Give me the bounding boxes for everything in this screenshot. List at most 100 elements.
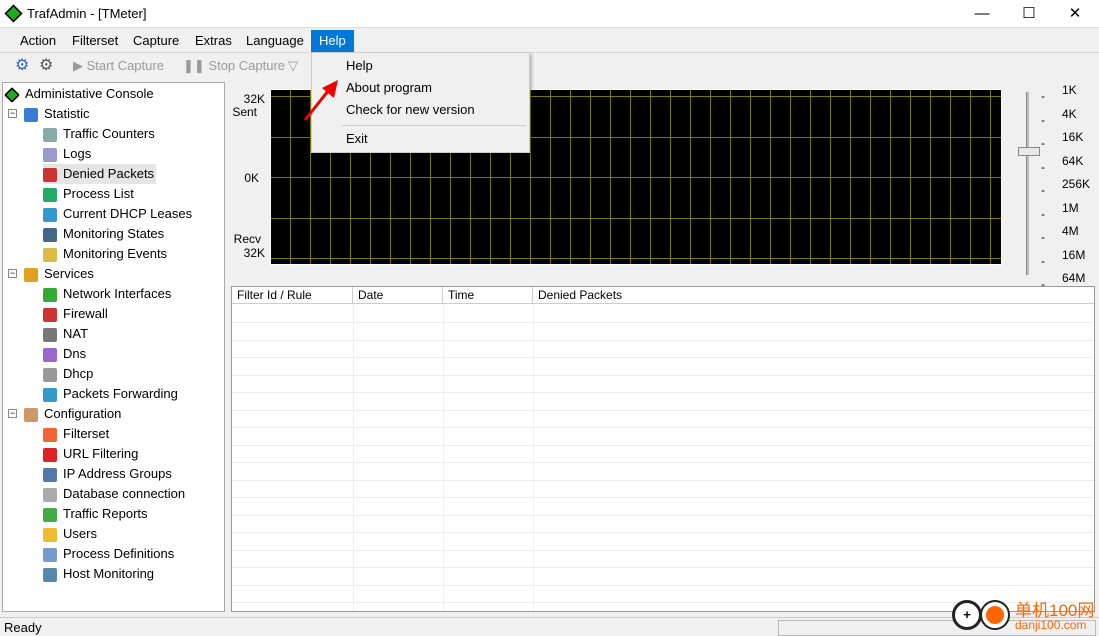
table-row-divider [232, 374, 1094, 376]
statistic-icon [24, 107, 38, 122]
menu-item-about[interactable]: About program [346, 78, 432, 98]
menu-filterset[interactable]: Filterset [64, 30, 126, 52]
tree-group-statistic[interactable]: Statistic [24, 104, 90, 124]
tree-item-process-list[interactable]: Process List [43, 184, 134, 204]
table-row-divider [232, 532, 1094, 533]
minimize-button[interactable]: — [959, 0, 1005, 28]
tree-item-label: Filterset [63, 426, 110, 441]
maximize-button[interactable]: ☐ [1006, 0, 1052, 28]
scale-slider-track[interactable] [1026, 92, 1029, 275]
menu-action[interactable]: Action [12, 30, 64, 52]
tree-item-label: URL Filtering [63, 446, 139, 461]
column-header-filter[interactable]: Filter Id / Rule [232, 287, 353, 304]
tree-item-users[interactable]: Users [43, 524, 97, 544]
monitoring-states-icon [43, 227, 57, 242]
menu-language[interactable]: Language [238, 30, 312, 52]
collapse-toggle[interactable]: − [8, 409, 17, 418]
network-interfaces-icon [43, 287, 57, 302]
status-text: Ready [4, 620, 42, 635]
tree-item-label: Current DHCP Leases [63, 206, 193, 221]
tree-item-label: Monitoring Events [63, 246, 168, 261]
tree-item-nat[interactable]: NAT [43, 324, 88, 344]
close-button[interactable]: ✕ [1052, 0, 1098, 28]
tree-item-label: Traffic Counters [63, 126, 155, 141]
column-header-denied-packets[interactable]: Denied Packets [533, 287, 1094, 304]
tree-group-label: Services [44, 266, 94, 281]
tree-item-label: Firewall [63, 306, 108, 321]
disconnect-gear-icon[interactable]: ⚙ [39, 55, 53, 75]
tree-group-configuration[interactable]: Configuration [24, 404, 121, 424]
denied-packets-icon [43, 167, 57, 182]
table-row-divider [232, 322, 1094, 323]
start-capture-button[interactable]: ▶ Start Capture [73, 58, 164, 74]
tree-item-traffic-reports[interactable]: Traffic Reports [43, 504, 148, 524]
scale-label: 4K [1062, 106, 1077, 121]
red-arrow-annotation [303, 80, 338, 121]
scale-label: 64K [1062, 153, 1084, 168]
scale-tick: - [1041, 89, 1045, 103]
tree-group-services[interactable]: Services [24, 264, 94, 284]
tree-root[interactable]: Administative Console [4, 84, 154, 104]
dhcp-icon [43, 367, 57, 382]
scale-tick: - [1041, 183, 1045, 197]
tree-root-label: Administative Console [25, 86, 154, 101]
menu-help[interactable]: Help [311, 30, 354, 52]
menu-item-help[interactable]: Help [346, 56, 373, 76]
traffic-counters-icon [43, 127, 57, 142]
users-icon [43, 527, 57, 542]
tree-item-label: IP Address Groups [63, 466, 172, 481]
table-row-divider [232, 462, 1094, 463]
scale-slider-thumb[interactable] [1018, 147, 1040, 156]
traffic-reports-icon [43, 507, 57, 522]
menu-extras[interactable]: Extras [187, 30, 240, 52]
stop-capture-label: Stop Capture [208, 58, 286, 73]
services-icon [24, 267, 38, 282]
tree-item-monitoring-events[interactable]: Monitoring Events [43, 244, 167, 264]
tree-group-label: Configuration [44, 406, 122, 421]
tree-item-packets-forwarding[interactable]: Packets Forwarding [43, 384, 178, 404]
watermark-url: danji100.com [1015, 618, 1087, 632]
tree-item-ip-address-groups[interactable]: IP Address Groups [43, 464, 172, 484]
help-dropdown-menu: Help About program Check for new version… [311, 52, 530, 153]
tree-item-logs[interactable]: Logs [43, 144, 91, 164]
column-header-date[interactable]: Date [353, 287, 443, 304]
tree-item-url-filtering[interactable]: URL Filtering [43, 444, 138, 464]
tree-item-dns[interactable]: Dns [43, 344, 86, 364]
tree-item-database-connection[interactable]: Database connection [43, 484, 185, 504]
tree-item-firewall[interactable]: Firewall [43, 304, 108, 324]
monitoring-events-icon [43, 247, 57, 262]
table-row-divider [232, 584, 1094, 586]
tree-item-filterset[interactable]: Filterset [43, 424, 109, 444]
table-row-divider [232, 444, 1094, 446]
filter-icon[interactable]: ▽ [288, 58, 298, 74]
settings-gear-icon[interactable]: ⚙ [15, 55, 29, 75]
table-row-divider [232, 357, 1094, 358]
tree-item-traffic-counters[interactable]: Traffic Counters [43, 124, 155, 144]
grid-line-horizontal [271, 177, 1001, 178]
menu-item-exit[interactable]: Exit [346, 129, 368, 149]
tree-item-monitoring-states[interactable]: Monitoring States [43, 224, 164, 244]
menu-bar: Action Filterset Capture Extras Language… [0, 29, 1099, 53]
current-dhcp-leases-icon [43, 207, 57, 222]
collapse-toggle[interactable]: − [8, 109, 17, 118]
tree-item-label: Dhcp [63, 366, 94, 381]
window-title: TrafAdmin - [TMeter] [27, 6, 147, 21]
table-row-divider [232, 567, 1094, 568]
menu-capture[interactable]: Capture [125, 30, 187, 52]
tree-item-dhcp[interactable]: Dhcp [43, 364, 93, 384]
column-header-time[interactable]: Time [443, 287, 533, 304]
tree-item-current-dhcp-leases[interactable]: Current DHCP Leases [43, 204, 192, 224]
tree-item-process-definitions[interactable]: Process Definitions [43, 544, 174, 564]
tree-item-host-monitoring[interactable]: Host Monitoring [43, 564, 154, 584]
menu-item-check-version[interactable]: Check for new version [346, 100, 475, 120]
tree-item-network-interfaces[interactable]: Network Interfaces [43, 284, 171, 304]
stop-capture-button[interactable]: ❚❚ Stop Capture [183, 58, 285, 74]
collapse-toggle[interactable]: − [8, 269, 17, 278]
firewall-icon [43, 307, 57, 322]
logs-icon [43, 147, 57, 162]
console-icon [4, 86, 20, 103]
scale-tick: - [1041, 159, 1045, 174]
database-connection-icon [43, 487, 57, 502]
tree-item-denied-packets[interactable]: Denied Packets [43, 164, 157, 184]
watermark-logo-icon: + [952, 600, 982, 630]
